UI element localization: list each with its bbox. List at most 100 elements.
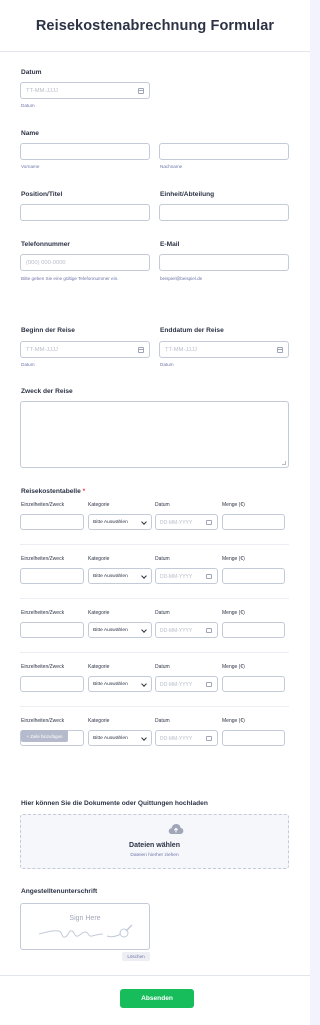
trip-start-sublabel: Datum — [21, 362, 35, 367]
expense-date-input[interactable]: DD-MM-YYYY — [155, 622, 218, 638]
expense-details-input[interactable] — [20, 514, 84, 530]
form-title: Reisekostenabrechnung Formular — [35, 17, 275, 34]
expense-amount-input[interactable] — [222, 568, 285, 584]
email-label: E-Mail — [160, 241, 180, 248]
expense-date-placeholder: DD-MM-YYYY — [160, 520, 193, 526]
expense-column-header: Menge (€) — [222, 502, 245, 508]
calendar-icon[interactable] — [138, 347, 144, 353]
calendar-icon[interactable] — [206, 736, 212, 741]
expense-column-header: Kategorie — [88, 610, 110, 616]
expense-column-header: Menge (€) — [222, 556, 245, 562]
calendar-icon[interactable] — [206, 520, 212, 525]
expense-column-header: Einzelheiten/Zweck — [21, 664, 65, 670]
expense-amount-input[interactable] — [222, 622, 285, 638]
expense-date-placeholder: DD-MM-YYYY — [160, 736, 193, 742]
chevron-down-icon — [141, 735, 147, 741]
expense-column-header: Einzelheiten/Zweck — [21, 610, 65, 616]
calendar-icon[interactable] — [138, 88, 144, 94]
expense-category-select[interactable]: Bitte Auswählen — [88, 568, 152, 584]
trip-start-label: Beginn der Reise — [21, 327, 75, 334]
category-select-value: Bitte Auswählen — [93, 682, 128, 687]
expense-details-input[interactable] — [20, 568, 84, 584]
expense-date-input[interactable]: DD-MM-YYYY — [155, 514, 218, 530]
expense-column-header: Datum — [155, 664, 170, 670]
expense-table-label-text: Reisekostentabelle — [21, 488, 81, 495]
position-label: Position/Titel — [21, 191, 63, 198]
clear-signature-button[interactable]: Löschen — [122, 952, 150, 961]
expense-amount-input[interactable] — [222, 514, 285, 530]
category-select-value: Bitte Auswählen — [93, 574, 128, 579]
phone-label: Telefonnummer — [21, 241, 70, 248]
row-divider — [20, 598, 289, 599]
category-select-value: Bitte Auswählen — [93, 520, 128, 525]
expense-category-select[interactable]: Bitte Auswählen — [88, 622, 152, 638]
add-row-button[interactable]: + Zeile hinzufügen — [21, 730, 68, 742]
expense-column-header: Menge (€) — [222, 718, 245, 724]
footer-divider — [0, 975, 310, 976]
position-input[interactable] — [20, 204, 150, 221]
last-name-input[interactable] — [159, 143, 289, 160]
chevron-down-icon — [141, 573, 147, 579]
date-label: Datum — [21, 69, 42, 76]
expense-date-placeholder: DD-MM-YYYY — [160, 628, 193, 634]
email-input[interactable] — [159, 254, 289, 271]
row-divider — [20, 544, 289, 545]
calendar-icon[interactable] — [206, 682, 212, 687]
trip-start-input[interactable]: TT-MM-JJJJ — [20, 341, 150, 358]
phone-placeholder: (000) 000-0000 — [26, 260, 66, 266]
upload-label: Hier können Sie die Dokumente oder Quitt… — [21, 800, 208, 807]
row-divider — [20, 706, 289, 707]
upload-title: Dateien wählen — [129, 842, 180, 849]
file-upload-dropzone[interactable]: Dateien wählen Dateien hierher ziehen — [20, 814, 289, 869]
expense-amount-input[interactable] — [222, 730, 285, 746]
calendar-icon[interactable] — [206, 628, 212, 633]
trip-end-sublabel: Datum — [160, 362, 174, 367]
trip-end-placeholder: TT-MM-JJJJ — [165, 347, 197, 353]
first-name-input[interactable] — [20, 143, 150, 160]
expense-date-input[interactable]: DD-MM-YYYY — [155, 568, 218, 584]
date-placeholder: TT-MM-JJJJ — [26, 88, 58, 94]
signature-pad[interactable]: Sign Here — [20, 903, 150, 950]
trip-end-input[interactable]: TT-MM-JJJJ — [159, 341, 289, 358]
chevron-down-icon — [141, 519, 147, 525]
expense-category-select[interactable]: Bitte Auswählen — [88, 676, 152, 692]
phone-input[interactable]: (000) 000-0000 — [20, 254, 150, 271]
signature-label: Angestelltenunterschrift — [21, 888, 98, 895]
calendar-icon[interactable] — [206, 574, 212, 579]
purpose-textarea[interactable] — [20, 401, 289, 468]
expense-category-select[interactable]: Bitte Auswählen — [88, 514, 152, 530]
expense-column-header: Datum — [155, 610, 170, 616]
expense-table-label: Reisekostentabelle * — [21, 488, 85, 495]
trip-start-placeholder: TT-MM-JJJJ — [26, 347, 58, 353]
expense-column-header: Einzelheiten/Zweck — [21, 556, 65, 562]
first-name-sublabel: Vorname — [21, 164, 40, 169]
expense-column-header: Menge (€) — [222, 664, 245, 670]
department-label: Einheit/Abteilung — [160, 191, 215, 198]
expense-date-input[interactable]: DD-MM-YYYY — [155, 676, 218, 692]
phone-sublabel: Bitte geben Sie eine gültige Telefonnumm… — [21, 276, 119, 281]
expense-column-header: Datum — [155, 556, 170, 562]
resize-handle-icon[interactable] — [282, 461, 286, 465]
signature-placeholder: Sign Here — [69, 915, 101, 922]
purpose-label: Zweck der Reise — [21, 388, 73, 395]
expense-details-input[interactable] — [20, 676, 84, 692]
date-sublabel: Datum — [21, 103, 35, 108]
expense-column-header: Kategorie — [88, 556, 110, 562]
expense-column-header: Menge (€) — [222, 610, 245, 616]
expense-amount-input[interactable] — [222, 676, 285, 692]
category-select-value: Bitte Auswählen — [93, 628, 128, 633]
expense-date-input[interactable]: DD-MM-YYYY — [155, 730, 218, 746]
date-input[interactable]: TT-MM-JJJJ — [20, 82, 150, 99]
calendar-icon[interactable] — [277, 347, 283, 353]
expense-details-input[interactable] — [20, 622, 84, 638]
form-page: Reisekostenabrechnung Formular Datum TT-… — [0, 0, 310, 1025]
required-mark: * — [82, 488, 86, 495]
expense-date-placeholder: DD-MM-YYYY — [160, 574, 193, 580]
expense-column-header: Einzelheiten/Zweck — [21, 502, 65, 508]
expense-column-header: Kategorie — [88, 664, 110, 670]
submit-button[interactable]: Absenden — [120, 989, 194, 1008]
expense-category-select[interactable]: Bitte Auswählen — [88, 730, 152, 746]
form-header: Reisekostenabrechnung Formular — [0, 0, 310, 52]
department-input[interactable] — [159, 204, 289, 221]
expense-column-header: Kategorie — [88, 718, 110, 724]
